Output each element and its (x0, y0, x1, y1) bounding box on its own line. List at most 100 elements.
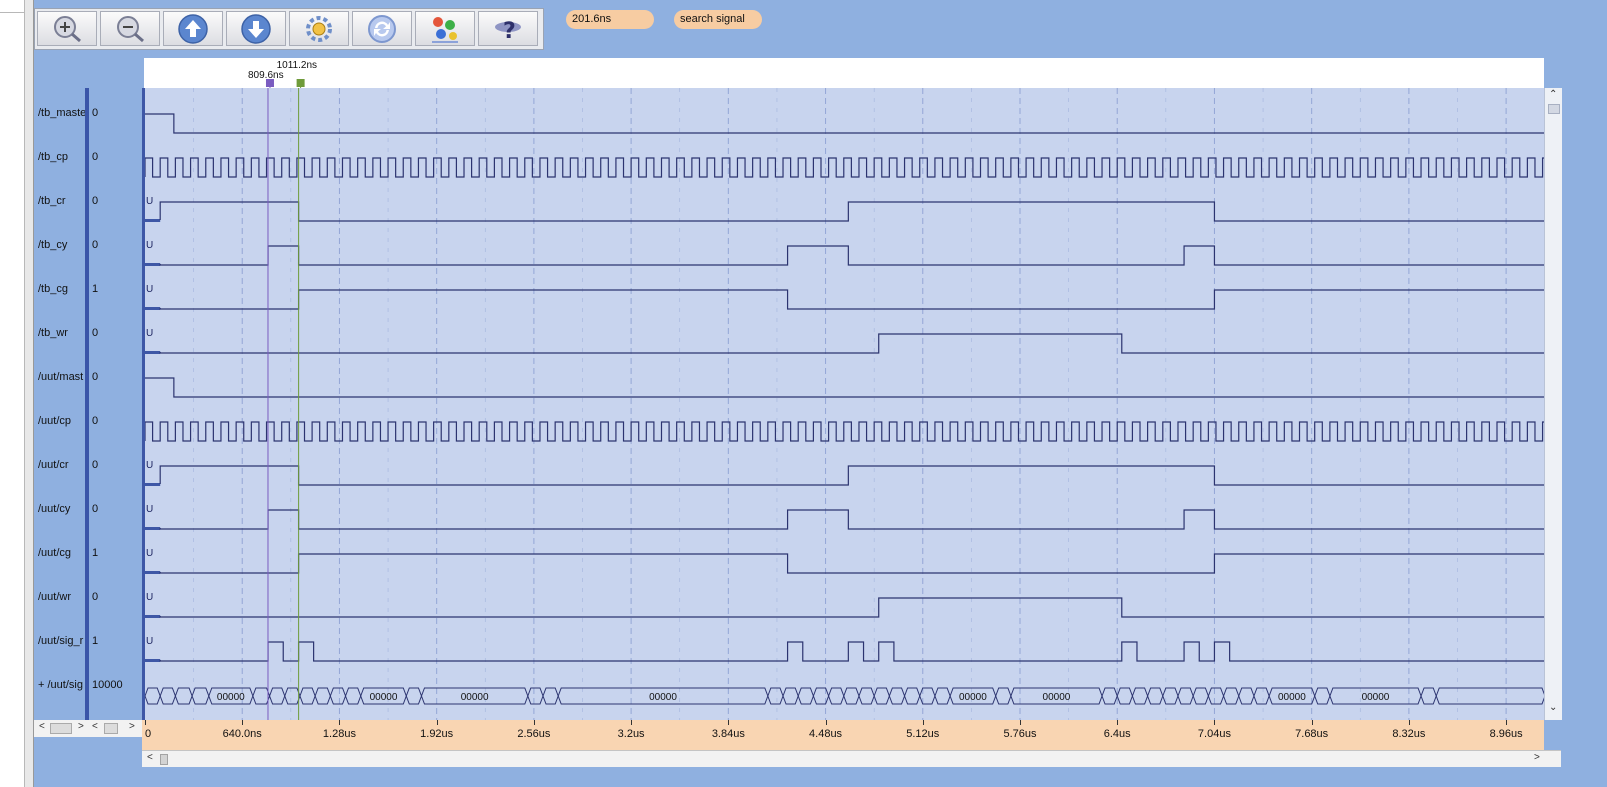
bit-trace (159, 597, 1545, 618)
waveform-row: U (145, 196, 1545, 222)
cursor-label: 809.6ns (248, 70, 284, 81)
search-signal-field[interactable]: search signal (674, 10, 762, 29)
signal-name[interactable]: + /uut/sig (38, 678, 89, 692)
value-scroll-thumb[interactable] (104, 723, 118, 734)
horizontal-scrollbar[interactable]: < > (142, 750, 1561, 767)
vertical-scrollbar[interactable]: ⌃ ⌄ (1544, 88, 1562, 720)
time-tick-label: 3.84us (711, 728, 745, 740)
bus-segment (174, 687, 193, 705)
scroll-down-icon[interactable]: ⌄ (1549, 702, 1557, 713)
splitter[interactable] (25, 0, 34, 787)
bus-segment (995, 687, 1012, 705)
bus-segment (858, 687, 875, 705)
bus-segment (344, 687, 362, 705)
waveform-row: U (145, 592, 1545, 618)
scroll-left-icon[interactable]: < (147, 752, 153, 763)
help-button[interactable]: ? (478, 11, 538, 46)
signal-name[interactable]: /tb_cp (38, 150, 89, 164)
bus-segment (1238, 687, 1255, 705)
move-down-button[interactable] (226, 11, 286, 46)
bus-value-label: 00000 (1362, 692, 1390, 703)
zoom-out-icon (117, 15, 144, 42)
undefined-marker: U (146, 592, 153, 603)
zoom-in-button[interactable] (37, 11, 97, 46)
time-tick-label: 5.76us (1003, 728, 1037, 740)
time-field[interactable]: 201.6ns (566, 10, 654, 29)
signal-name[interactable]: /uut/cp (38, 414, 89, 428)
cursor-markers[interactable]: 809.6ns1011.2ns (144, 58, 1544, 88)
bus-value-label: 00000 (1043, 692, 1071, 703)
waveform-canvas[interactable]: U U U U U U U U U 00000 00000 00000 00000 00000 00000 0… (142, 88, 1546, 720)
signal-name[interactable]: /tb_cg (38, 282, 89, 296)
bit-trace (159, 289, 1545, 310)
bus-segment (1207, 687, 1225, 705)
name-scrollbars[interactable]: < > < > (34, 720, 142, 737)
bus-segment (843, 687, 860, 705)
waveform-row: U (145, 328, 1545, 354)
horizontal-scroll-thumb[interactable] (160, 754, 168, 765)
time-tick-label: 4.48us (809, 728, 843, 740)
time-tick (631, 720, 633, 725)
undefined-marker: U (146, 460, 153, 471)
signal-name[interactable]: /tb_wr (38, 326, 89, 340)
undefined-marker: U (146, 548, 153, 559)
signal-name[interactable]: /tb_cy (38, 238, 89, 252)
waveform-plot[interactable]: UUUUUUUUU00000 00000 00000 00000 00000 00000 0… (142, 88, 1546, 720)
signal-name[interactable]: /uut/cy (38, 502, 89, 516)
name-scroll-thumb[interactable] (50, 723, 72, 734)
bus-segment (1420, 687, 1437, 705)
bus-segment (1177, 687, 1194, 705)
undefined-marker: U (146, 504, 153, 515)
bus-segment (299, 687, 316, 705)
waveform-row (144, 157, 1545, 178)
scroll-up-icon[interactable]: ⌃ (1549, 89, 1557, 100)
undefined-segment (145, 219, 161, 222)
waveform-row (145, 377, 1545, 398)
bus-segment (284, 687, 301, 705)
signal-name[interactable]: /uut/cg (38, 546, 89, 560)
bus-segment (797, 687, 814, 705)
move-up-button[interactable] (163, 11, 223, 46)
refresh-button[interactable] (352, 11, 412, 46)
signal-name[interactable]: /tb_cr (38, 194, 89, 208)
undefined-segment (145, 263, 161, 266)
time-tick-label: 3.2us (617, 728, 645, 740)
bit-trace (159, 333, 1545, 354)
undefined-marker: U (146, 636, 153, 647)
name-scroll-right-icon[interactable]: > (78, 721, 84, 732)
bus-segment (888, 687, 906, 705)
undefined-marker: U (146, 240, 153, 251)
value-scroll-left-icon[interactable]: < (92, 721, 98, 732)
bus-segment (542, 687, 559, 705)
vertical-scroll-thumb[interactable] (1548, 104, 1560, 114)
signal-name[interactable]: /uut/sig_r (38, 634, 89, 648)
undefined-segment (145, 307, 161, 310)
scroll-right-icon[interactable]: > (1534, 752, 1540, 763)
waveform-row: 00000 00000 00000 00000 00000 00000 00000 00000 (144, 687, 1546, 705)
signal-name[interactable]: /uut/mast (38, 370, 89, 384)
cursor-label: 1011.2ns (277, 60, 317, 71)
undefined-marker: U (146, 196, 153, 207)
signal-value: 0 (92, 239, 99, 251)
signal-name[interactable]: /tb_maste (38, 106, 89, 120)
waveform-row: U (145, 240, 1545, 266)
time-tick (1311, 720, 1313, 725)
signal-value: 0 (92, 371, 99, 383)
bit-trace (145, 377, 1545, 398)
bus-value-label: 00000 (461, 692, 489, 703)
zoom-out-button[interactable] (100, 11, 160, 46)
settings-button[interactable] (289, 11, 349, 46)
name-scroll-left-icon[interactable]: < (39, 721, 45, 732)
bus-segment (934, 687, 951, 705)
time-tick-label: 2.56us (517, 728, 551, 740)
signal-name[interactable]: /uut/cr (38, 458, 89, 472)
bit-trace (145, 113, 1545, 134)
time-tick-label: 1.92us (420, 728, 454, 740)
cursor-ruler[interactable]: 809.6ns 1011.2ns (144, 58, 1544, 88)
signal-name[interactable]: /uut/wr (38, 590, 89, 604)
waveform-row: U (145, 548, 1545, 574)
value-scroll-right-icon[interactable]: > (129, 721, 135, 732)
signals-button[interactable] (415, 11, 475, 46)
bus-value-label: 00000 (649, 692, 677, 703)
bit-trace (159, 509, 1545, 530)
